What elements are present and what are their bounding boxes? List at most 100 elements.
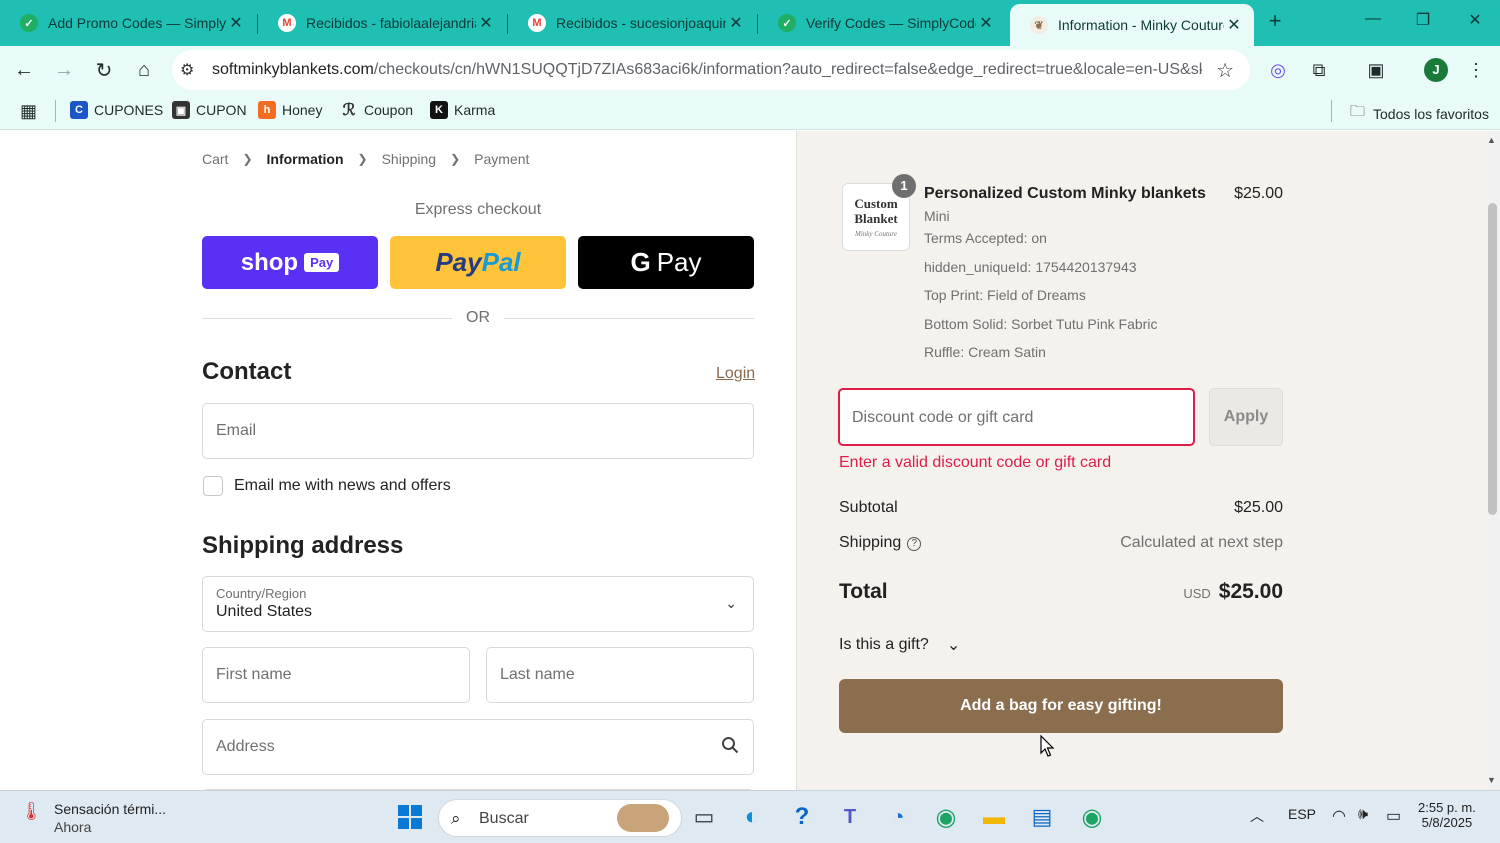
- or-divider: OR: [202, 309, 754, 329]
- chrome-profile-icon[interactable]: ◉: [1076, 801, 1108, 833]
- weather-subtitle: Ahora: [54, 819, 92, 835]
- chrome-icon[interactable]: ◉: [930, 801, 962, 833]
- bookmark-cupones[interactable]: C CUPONES: [70, 101, 163, 119]
- remote-desktop-icon[interactable]: ▤: [1026, 801, 1058, 833]
- all-bookmarks-folder[interactable]: 🗀 Todos los favoritos: [1350, 101, 1489, 126]
- quantity-badge: 1: [892, 174, 916, 198]
- tab-minky-information[interactable]: ❦ Information - Minky Couture ✕: [1010, 4, 1254, 46]
- cupones-icon: C: [70, 101, 88, 119]
- screen-cast-icon[interactable]: ▣: [1364, 58, 1388, 82]
- edge-icon[interactable]: ◐: [736, 801, 768, 833]
- coupon-icon: ℛ: [342, 102, 356, 119]
- site-settings-icon[interactable]: ⚙: [180, 60, 194, 80]
- express-checkout-label: Express checkout: [414, 201, 542, 218]
- address-bar[interactable]: ⚙ softminkyblankets.com/checkouts/cn/hWN…: [172, 50, 1250, 90]
- bookmark-honey[interactable]: h Honey: [258, 101, 322, 119]
- close-icon[interactable]: ✕: [476, 13, 496, 33]
- language-indicator[interactable]: ESP: [1288, 806, 1316, 822]
- tab-gmail-fabiola[interactable]: M Recibidos - fabiolaalejandria ✕: [258, 5, 506, 41]
- shipping-value: Calculated at next step: [1120, 534, 1283, 551]
- forward-icon[interactable]: →: [50, 56, 78, 84]
- apps-grid-icon[interactable]: ▦: [20, 101, 37, 122]
- add-gift-bag-button[interactable]: Add a bag for easy gifting!: [839, 679, 1283, 733]
- scroll-down-icon[interactable]: ▼: [1487, 775, 1496, 785]
- paypal-button[interactable]: Pay Pal: [390, 236, 566, 289]
- news-offers-checkbox[interactable]: [203, 476, 223, 496]
- simplycodes-icon: ✓: [20, 14, 38, 32]
- minimize-icon[interactable]: —: [1358, 10, 1388, 28]
- discount-placeholder: Discount code or gift card: [852, 409, 1034, 426]
- extension-simplycodes-icon[interactable]: ◎: [1266, 58, 1290, 82]
- close-icon[interactable]: ✕: [976, 13, 996, 33]
- task-view-icon[interactable]: ▭: [688, 801, 720, 833]
- bookmark-cupon[interactable]: ▣ CUPON: [172, 101, 247, 119]
- discount-code-input[interactable]: Discount code or gift card: [838, 388, 1195, 446]
- bookmark-label: CUPONES: [94, 102, 164, 118]
- folder-icon: 🗀: [1350, 103, 1366, 120]
- login-link[interactable]: Login: [716, 365, 755, 383]
- gift-toggle[interactable]: Is this a gift? ⌄: [839, 635, 960, 655]
- google-pay-button[interactable]: G Pay: [578, 236, 754, 289]
- reload-icon[interactable]: ↻: [90, 56, 118, 84]
- bookmark-star-icon[interactable]: ☆: [1216, 58, 1234, 83]
- restore-icon[interactable]: ❐: [1408, 10, 1438, 30]
- close-icon[interactable]: ✕: [726, 13, 746, 33]
- shop-pay-logo: shop: [240, 248, 299, 276]
- chevron-right-icon: ❯: [357, 152, 368, 166]
- thumbnail-text-custom: Custom: [854, 196, 898, 211]
- menu-kebab-icon[interactable]: ⋮: [1464, 58, 1488, 82]
- apply-discount-button[interactable]: Apply: [1209, 388, 1283, 446]
- search-highlight-image: [617, 804, 669, 832]
- url-domain: softminkyblankets.com: [212, 61, 374, 78]
- wifi-icon[interactable]: ◠: [1332, 806, 1346, 826]
- shop-pay-button[interactable]: shop Pay: [202, 236, 378, 289]
- scroll-up-icon[interactable]: ▲: [1487, 135, 1496, 145]
- taskbar-search[interactable]: ⌕ Buscar: [438, 799, 682, 837]
- tray-overflow-icon[interactable]: ︿: [1250, 806, 1264, 826]
- scrollbar-thumb[interactable]: [1488, 203, 1497, 515]
- extensions-puzzle-icon[interactable]: ⧉: [1307, 58, 1331, 82]
- breadcrumb-information: Information: [266, 151, 344, 167]
- email-field[interactable]: Email: [202, 403, 754, 459]
- news-offers-label[interactable]: Email me with news and offers: [234, 477, 451, 495]
- tab-verify-codes[interactable]: ✓ Verify Codes — SimplyCodes ✕: [758, 5, 1006, 41]
- tab-gmail-sucesion[interactable]: M Recibidos - sucesionjoaquinh ✕: [508, 5, 756, 41]
- close-window-icon[interactable]: ✕: [1460, 10, 1490, 30]
- edge-beta-icon[interactable]: ◔: [882, 801, 914, 833]
- bookmark-coupon[interactable]: ℛ Coupon: [340, 101, 413, 119]
- help-circle-icon[interactable]: ?: [907, 537, 922, 551]
- home-icon[interactable]: ⌂: [130, 56, 158, 84]
- product-meta-ruffle: Ruffle: Cream Satin: [924, 344, 1046, 360]
- shop-pay-badge: Pay: [304, 253, 340, 272]
- close-icon[interactable]: ✕: [1224, 15, 1244, 35]
- bookmark-karma[interactable]: K Karma: [430, 101, 495, 119]
- back-icon[interactable]: ←: [10, 56, 38, 84]
- page-scrollbar[interactable]: ▲ ▼: [1485, 131, 1500, 790]
- new-tab-button[interactable]: +: [1262, 8, 1288, 34]
- product-meta-terms: Terms Accepted: on: [924, 230, 1047, 246]
- weather-widget[interactable]: 🌡 Sensación térmi... Ahora: [20, 801, 166, 835]
- last-name-field[interactable]: Last name: [486, 647, 754, 703]
- address-field[interactable]: Address: [202, 719, 754, 775]
- volume-icon[interactable]: 🕪: [1358, 806, 1368, 824]
- profile-avatar[interactable]: J: [1424, 58, 1448, 82]
- teams-icon[interactable]: T: [834, 801, 866, 833]
- breadcrumb-cart[interactable]: Cart: [202, 151, 228, 167]
- file-explorer-icon[interactable]: ▬: [978, 801, 1010, 833]
- help-icon[interactable]: ?: [786, 801, 818, 833]
- close-icon[interactable]: ✕: [226, 13, 246, 33]
- tab-add-promo-codes[interactable]: ✓ Add Promo Codes — Simply ✕: [0, 5, 256, 41]
- address-placeholder: Address: [216, 738, 275, 755]
- product-variant: Mini: [924, 208, 950, 224]
- clock-date: 5/8/2025: [1421, 815, 1473, 830]
- first-name-field[interactable]: First name: [202, 647, 470, 703]
- system-clock[interactable]: 2:55 p. m. 5/8/2025: [1418, 800, 1476, 830]
- chevron-right-icon: ❯: [450, 152, 461, 166]
- windows-start-icon[interactable]: [394, 801, 426, 833]
- battery-icon[interactable]: ▭: [1386, 806, 1401, 826]
- search-icon: ⌕: [451, 809, 461, 828]
- url-text[interactable]: softminkyblankets.com/checkouts/cn/hWN1S…: [212, 61, 1202, 79]
- breadcrumb-shipping: Shipping: [381, 151, 437, 167]
- google-pay-label: Pay: [656, 247, 702, 277]
- country-select[interactable]: Country/Region United States ⌄: [202, 576, 754, 632]
